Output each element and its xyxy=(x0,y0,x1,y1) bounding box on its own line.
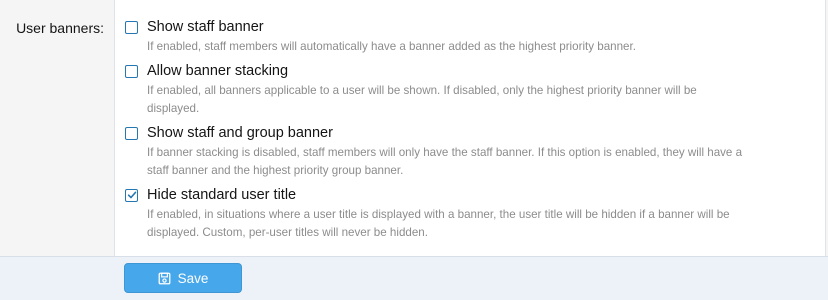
option-description: If enabled, in situations where a user t… xyxy=(147,206,817,242)
option-description-line: If banner stacking is disabled, staff me… xyxy=(147,146,743,159)
save-icon xyxy=(158,272,171,285)
option-description-line: displayed. Custom, per-user titles will … xyxy=(147,226,428,239)
show-staff-banner-checkbox[interactable] xyxy=(125,20,138,34)
option-show-staff-banner[interactable]: Show staff banner If enabled, staff memb… xyxy=(125,18,817,56)
allow-banner-stacking-checkbox[interactable] xyxy=(125,64,138,78)
option-description-line: If enabled, staff members will automatic… xyxy=(147,40,636,53)
option-description: If enabled, staff members will automatic… xyxy=(147,38,817,56)
save-button[interactable]: Save xyxy=(124,263,242,293)
hide-standard-user-title-checkbox[interactable] xyxy=(125,188,138,202)
option-allow-banner-stacking[interactable]: Allow banner stacking If enabled, all ba… xyxy=(125,62,817,118)
option-hide-standard-user-title[interactable]: Hide standard user title If enabled, in … xyxy=(125,186,817,242)
option-description-line: If enabled, all banners applicable to a … xyxy=(147,84,697,97)
banner-settings-row: User banners: Show staff banner If enabl… xyxy=(0,0,828,256)
option-title[interactable]: Show staff and group banner xyxy=(147,124,333,142)
option-description-line: staff banner and the highest priority gr… xyxy=(147,164,404,177)
save-button-label[interactable]: Save xyxy=(178,271,209,286)
option-description-line: If enabled, in situations where a user t… xyxy=(147,208,730,221)
option-description: If banner stacking is disabled, staff me… xyxy=(147,144,817,180)
option-title[interactable]: Hide standard user title xyxy=(147,186,296,204)
option-description-line: displayed. xyxy=(147,102,200,115)
field-label: User banners: xyxy=(16,20,104,36)
option-title[interactable]: Show staff banner xyxy=(147,18,264,36)
option-description: If enabled, all banners applicable to a … xyxy=(147,82,817,118)
option-title[interactable]: Allow banner stacking xyxy=(147,62,288,80)
checkmark-icon xyxy=(127,191,136,199)
options-pane: Show staff banner If enabled, staff memb… xyxy=(114,0,826,256)
option-show-staff-and-group-banner[interactable]: Show staff and group banner If banner st… xyxy=(125,124,817,180)
form-footer: Save xyxy=(0,256,828,300)
show-staff-and-group-banner-checkbox[interactable] xyxy=(125,126,138,140)
